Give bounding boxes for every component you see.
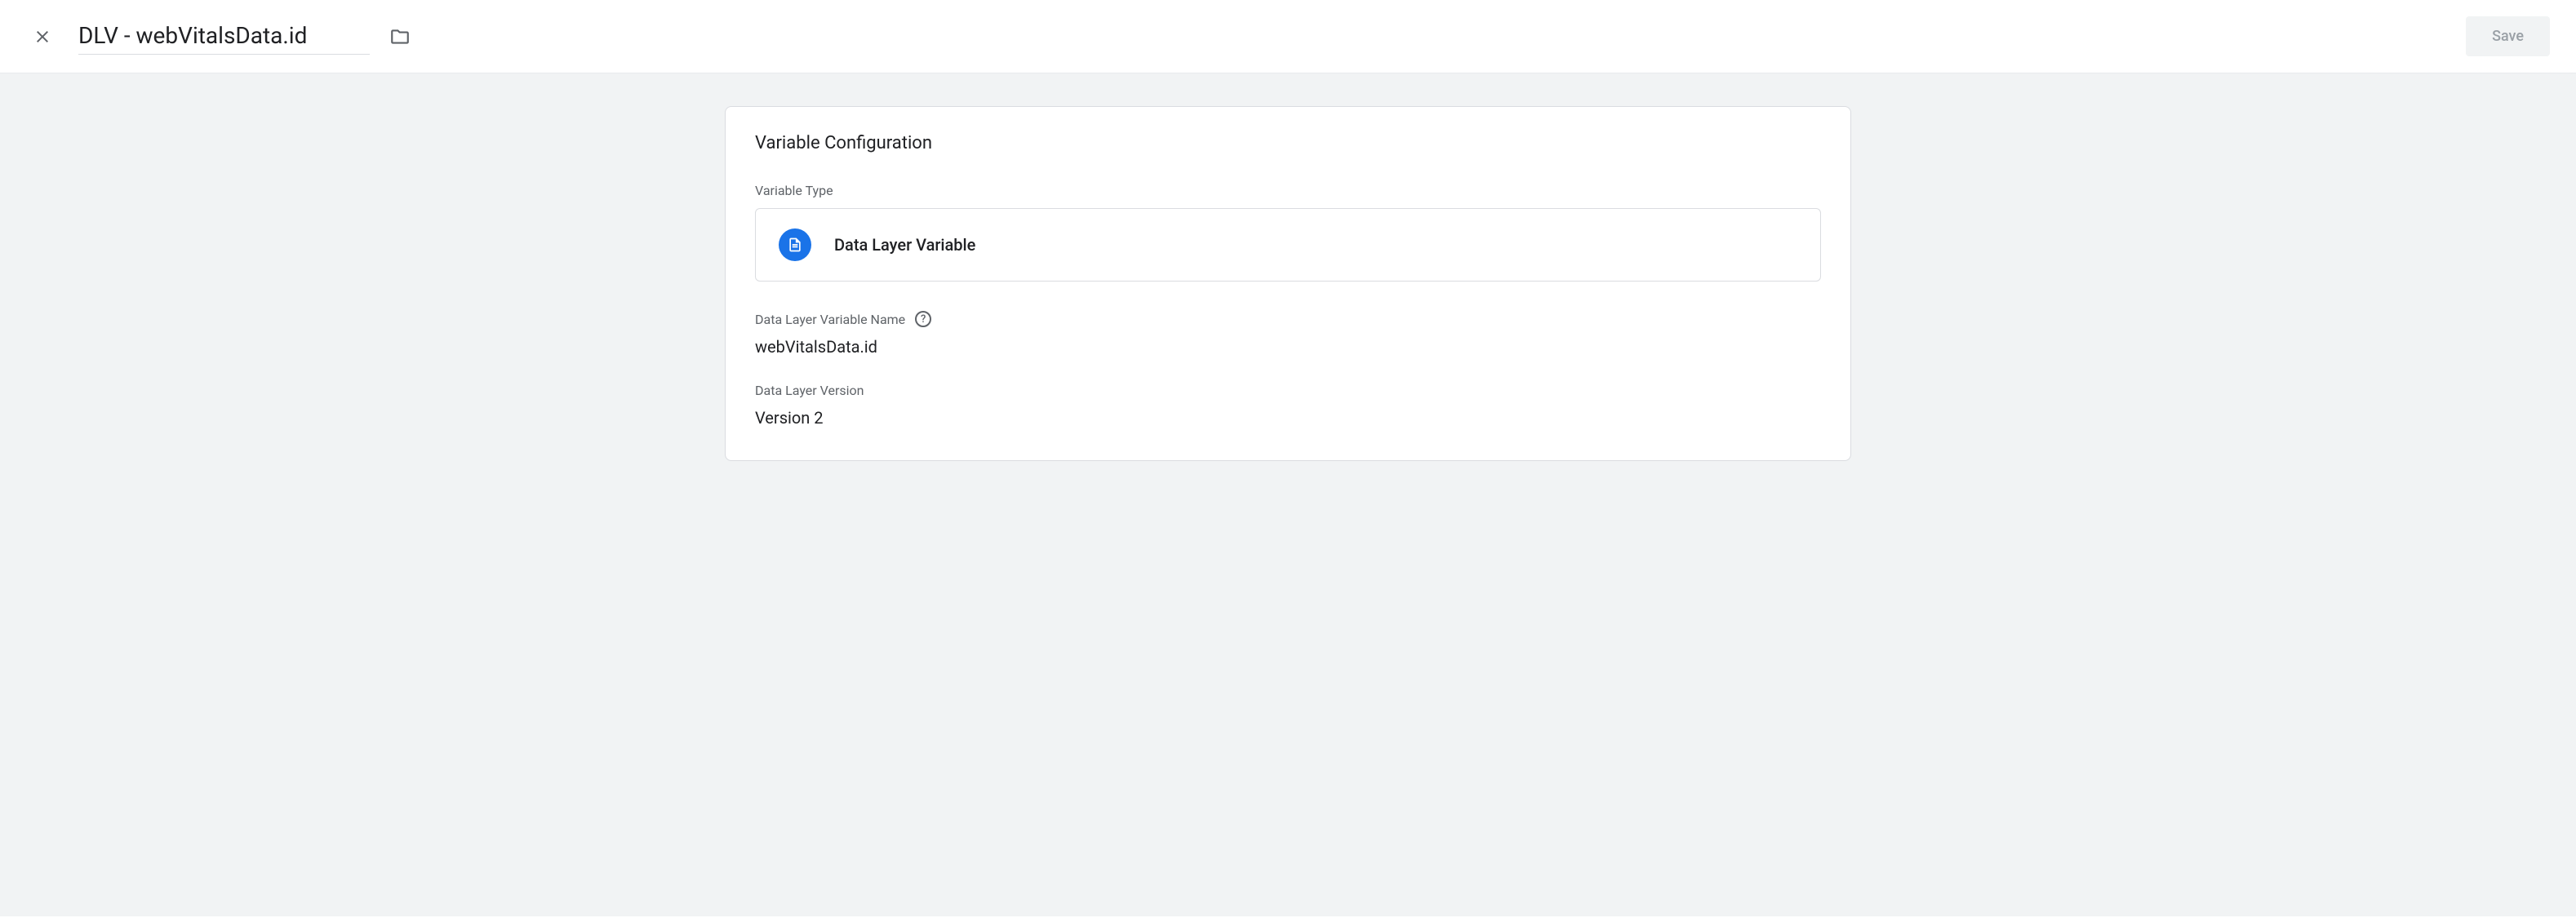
- card-title: Variable Configuration: [755, 133, 1821, 153]
- close-button[interactable]: [26, 20, 59, 53]
- variable-name-input[interactable]: [78, 19, 370, 55]
- title-container: [78, 19, 414, 55]
- close-icon: [33, 27, 52, 47]
- variable-type-label: Variable Type: [755, 183, 1821, 198]
- variable-type-selector[interactable]: Data Layer Variable: [755, 208, 1821, 282]
- folder-button[interactable]: [386, 23, 414, 51]
- dlv-name-value: webVitalsData.id: [755, 337, 1821, 357]
- help-icon[interactable]: ?: [915, 311, 931, 327]
- dlv-version-value: Version 2: [755, 408, 1821, 428]
- main-area: Variable Configuration Variable Type Dat…: [0, 73, 2576, 916]
- variable-type-name: Data Layer Variable: [834, 235, 975, 255]
- folder-icon: [389, 26, 411, 47]
- header-bar: Save: [0, 0, 2576, 73]
- dlv-version-label: Data Layer Version: [755, 383, 1821, 398]
- dlv-name-label: Data Layer Variable Name ?: [755, 311, 1821, 327]
- save-button[interactable]: Save: [2466, 16, 2550, 56]
- variable-config-card: Variable Configuration Variable Type Dat…: [725, 106, 1851, 461]
- dlv-name-label-text: Data Layer Variable Name: [755, 312, 905, 327]
- data-layer-icon: [779, 228, 811, 261]
